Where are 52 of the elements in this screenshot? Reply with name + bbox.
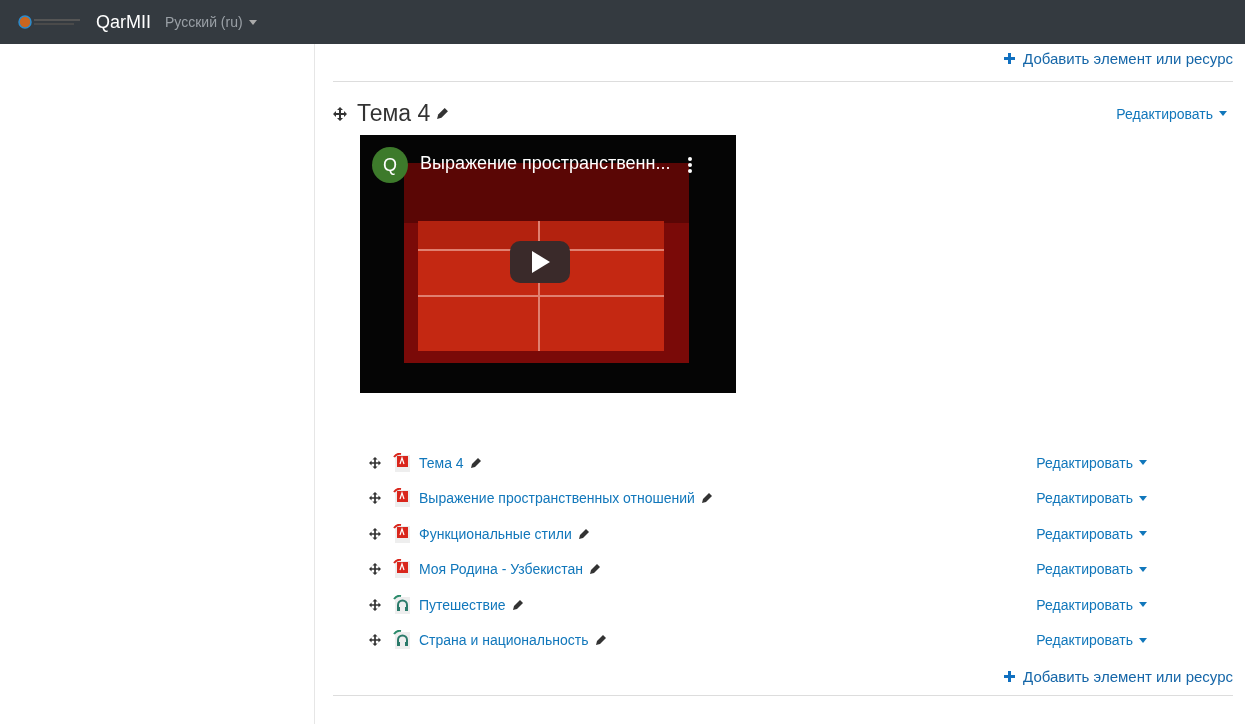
pdf-file-icon — [393, 559, 411, 580]
edit-menu[interactable]: Редактировать — [1036, 561, 1147, 578]
activity-link[interactable]: Функциональные стили — [419, 525, 572, 542]
plus-icon — [1004, 671, 1016, 682]
pencil-icon[interactable] — [594, 634, 607, 647]
pencil-icon[interactable] — [469, 456, 482, 469]
section-title: Тема 4 — [357, 100, 431, 127]
edit-menu[interactable]: Редактировать — [1036, 632, 1147, 649]
move-icon[interactable] — [369, 527, 381, 540]
headphones-icon — [393, 630, 411, 651]
move-icon[interactable] — [369, 634, 381, 647]
edit-menu[interactable]: Редактировать — [1116, 105, 1227, 122]
edit-menu[interactable]: Редактировать — [1036, 596, 1147, 613]
edit-menu[interactable]: Редактировать — [1036, 454, 1147, 471]
activity-link[interactable]: Тема 4 — [419, 454, 464, 471]
move-icon[interactable] — [369, 492, 381, 505]
move-icon[interactable] — [369, 598, 381, 611]
pencil-icon[interactable] — [577, 527, 590, 540]
caret-icon — [1139, 460, 1147, 466]
move-icon[interactable] — [369, 456, 381, 469]
pencil-icon[interactable] — [511, 598, 524, 611]
activity-link[interactable]: Страна и национальность — [419, 632, 589, 649]
video-title[interactable]: Выражение пространственн... — [420, 153, 671, 174]
activity-link[interactable]: Моя Родина - Узбекистан — [419, 561, 583, 578]
caret-icon — [1139, 637, 1147, 643]
edit-menu[interactable]: Редактировать — [1036, 525, 1147, 542]
headphones-icon — [393, 594, 411, 615]
pencil-icon[interactable] — [700, 492, 713, 505]
pencil-icon[interactable] — [588, 563, 601, 576]
logo-icon[interactable] — [18, 15, 82, 29]
pencil-icon[interactable] — [436, 107, 450, 120]
add-activity-link[interactable]: Добавить элемент или ресурс — [1004, 668, 1233, 685]
caret-icon — [1139, 566, 1147, 572]
caret-icon — [1139, 602, 1147, 608]
pdf-file-icon — [393, 523, 411, 544]
pdf-file-icon — [393, 488, 411, 509]
move-icon[interactable] — [333, 106, 347, 121]
activity-link[interactable]: Путешествие — [419, 596, 506, 613]
caret-icon — [1139, 531, 1147, 537]
caret-icon — [1219, 111, 1227, 116]
video-player[interactable]: Q Выражение пространственн... — [360, 135, 736, 393]
plus-icon — [1004, 53, 1016, 64]
site-name[interactable]: QarMII — [96, 11, 151, 33]
caret-icon — [1139, 495, 1147, 501]
more-icon[interactable] — [688, 157, 692, 173]
add-activity-link[interactable]: Добавить элемент или ресурс — [1004, 50, 1233, 67]
activity-link[interactable]: Выражение пространственных отношений — [419, 490, 695, 507]
pdf-file-icon — [393, 452, 411, 473]
language-menu[interactable]: Русский (ru) — [165, 14, 257, 30]
edit-menu[interactable]: Редактировать — [1036, 490, 1147, 507]
caret-icon — [248, 19, 257, 25]
move-icon[interactable] — [369, 563, 381, 576]
